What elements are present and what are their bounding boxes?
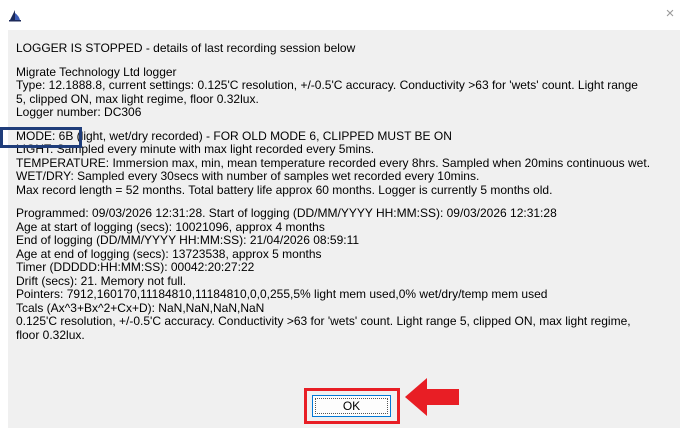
message-line: floor 0.32lux. (16, 327, 85, 342)
message-line: WET/DRY: Sampled every 30secs with numbe… (16, 169, 480, 183)
message-line: Programmed: 09/03/2026 12:31:28. Start o… (16, 206, 557, 220)
message-line: 5, clipped ON, max light regime, floor 0… (16, 91, 259, 106)
close-icon[interactable]: × (662, 6, 678, 22)
annotation-arrow-icon (405, 378, 459, 416)
dialog-body: LOGGER IS STOPPED - details of last reco… (8, 30, 680, 428)
status-line: LOGGER IS STOPPED - details of last reco… (16, 41, 356, 55)
message-line: Type: 12.1888.8, current settings: 0.125… (16, 78, 638, 92)
message-line: TEMPERATURE: Immersion max, min, mean te… (16, 155, 651, 170)
app-logo-icon (9, 10, 21, 22)
message-line: Tcals (Ax^3+Bx^2+Cx+D): NaN,NaN,NaN,NaN (16, 300, 265, 315)
message-line: Drift (secs): 21. Memory not full. (16, 273, 187, 288)
message-text: LOGGER IS STOPPED - details of last reco… (16, 41, 680, 342)
message-line: 0.125'C resolution, +/-0.5'C accuracy. C… (16, 314, 631, 328)
mode-line: MODE: 6B (light, wet/dry recorded) - FOR… (16, 128, 452, 143)
message-line: Age at end of logging (secs): 13723538, … (16, 246, 322, 261)
mode-highlight-box (0, 127, 82, 148)
message-line: Logger number: DC306 (16, 105, 142, 119)
message-line: Pointers: 7912,160170,11184810,11184810,… (16, 287, 548, 301)
message-line: Age at start of logging (secs): 10021096… (16, 219, 325, 234)
ok-button[interactable]: OK (312, 395, 391, 417)
message-line: End of logging (DD/MM/YYYY HH:MM:SS): 21… (16, 233, 360, 247)
title-bar: × (0, 0, 680, 30)
message-line: LIGHT: Sampled every minute with max lig… (16, 142, 375, 156)
message-line: Migrate Technology Ltd logger (16, 64, 177, 79)
message-line: Max record length = 52 months. Total bat… (16, 182, 553, 197)
message-line: Timer (DDDDD:HH:MM:SS): 00042:20:27:22 (16, 260, 255, 274)
